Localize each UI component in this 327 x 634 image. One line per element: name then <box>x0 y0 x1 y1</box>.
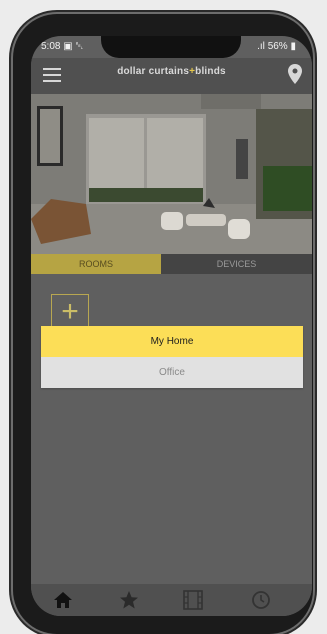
home-option-my-home[interactable]: My Home <box>41 326 303 357</box>
tab-bar: ROOMS DEVICES <box>31 254 312 274</box>
home-selector-dialog: My Home Office <box>41 326 303 388</box>
living-room-illustration <box>31 94 312 254</box>
brand-text-right: blinds <box>195 66 226 77</box>
app-bar: dollar curtains+blinds <box>31 58 312 94</box>
film-icon[interactable] <box>183 590 203 610</box>
battery-level: 56% <box>267 41 288 52</box>
star-icon[interactable] <box>119 590 139 610</box>
brand-logo: dollar curtains+blinds <box>31 66 312 77</box>
tab-devices[interactable]: DEVICES <box>161 254 312 274</box>
status-icons: ▣ ␇ <box>63 41 84 52</box>
bottom-nav <box>31 584 312 616</box>
status-time: 5:08 <box>41 41 61 52</box>
location-pin-icon[interactable] <box>288 64 302 84</box>
phone-frame: 5:08 ▣ ␇ .ıl 56% ▮ dollar curtains+blind… <box>13 14 313 634</box>
battery-icon: ▮ <box>290 41 296 52</box>
screen: 5:08 ▣ ␇ .ıl 56% ▮ dollar curtains+blind… <box>31 36 312 616</box>
status-right: .ıl 56% ▮ <box>257 36 296 58</box>
camera-notch <box>101 36 241 58</box>
clock-icon[interactable] <box>251 590 271 610</box>
status-left: 5:08 ▣ ␇ <box>41 36 83 58</box>
room-hero-image <box>31 94 312 254</box>
tab-rooms[interactable]: ROOMS <box>31 254 161 274</box>
signal-icon: .ıl <box>257 41 265 52</box>
brand-text-left: dollar curtains <box>117 66 190 77</box>
home-icon[interactable] <box>53 590 73 610</box>
home-option-office[interactable]: Office <box>41 357 303 388</box>
